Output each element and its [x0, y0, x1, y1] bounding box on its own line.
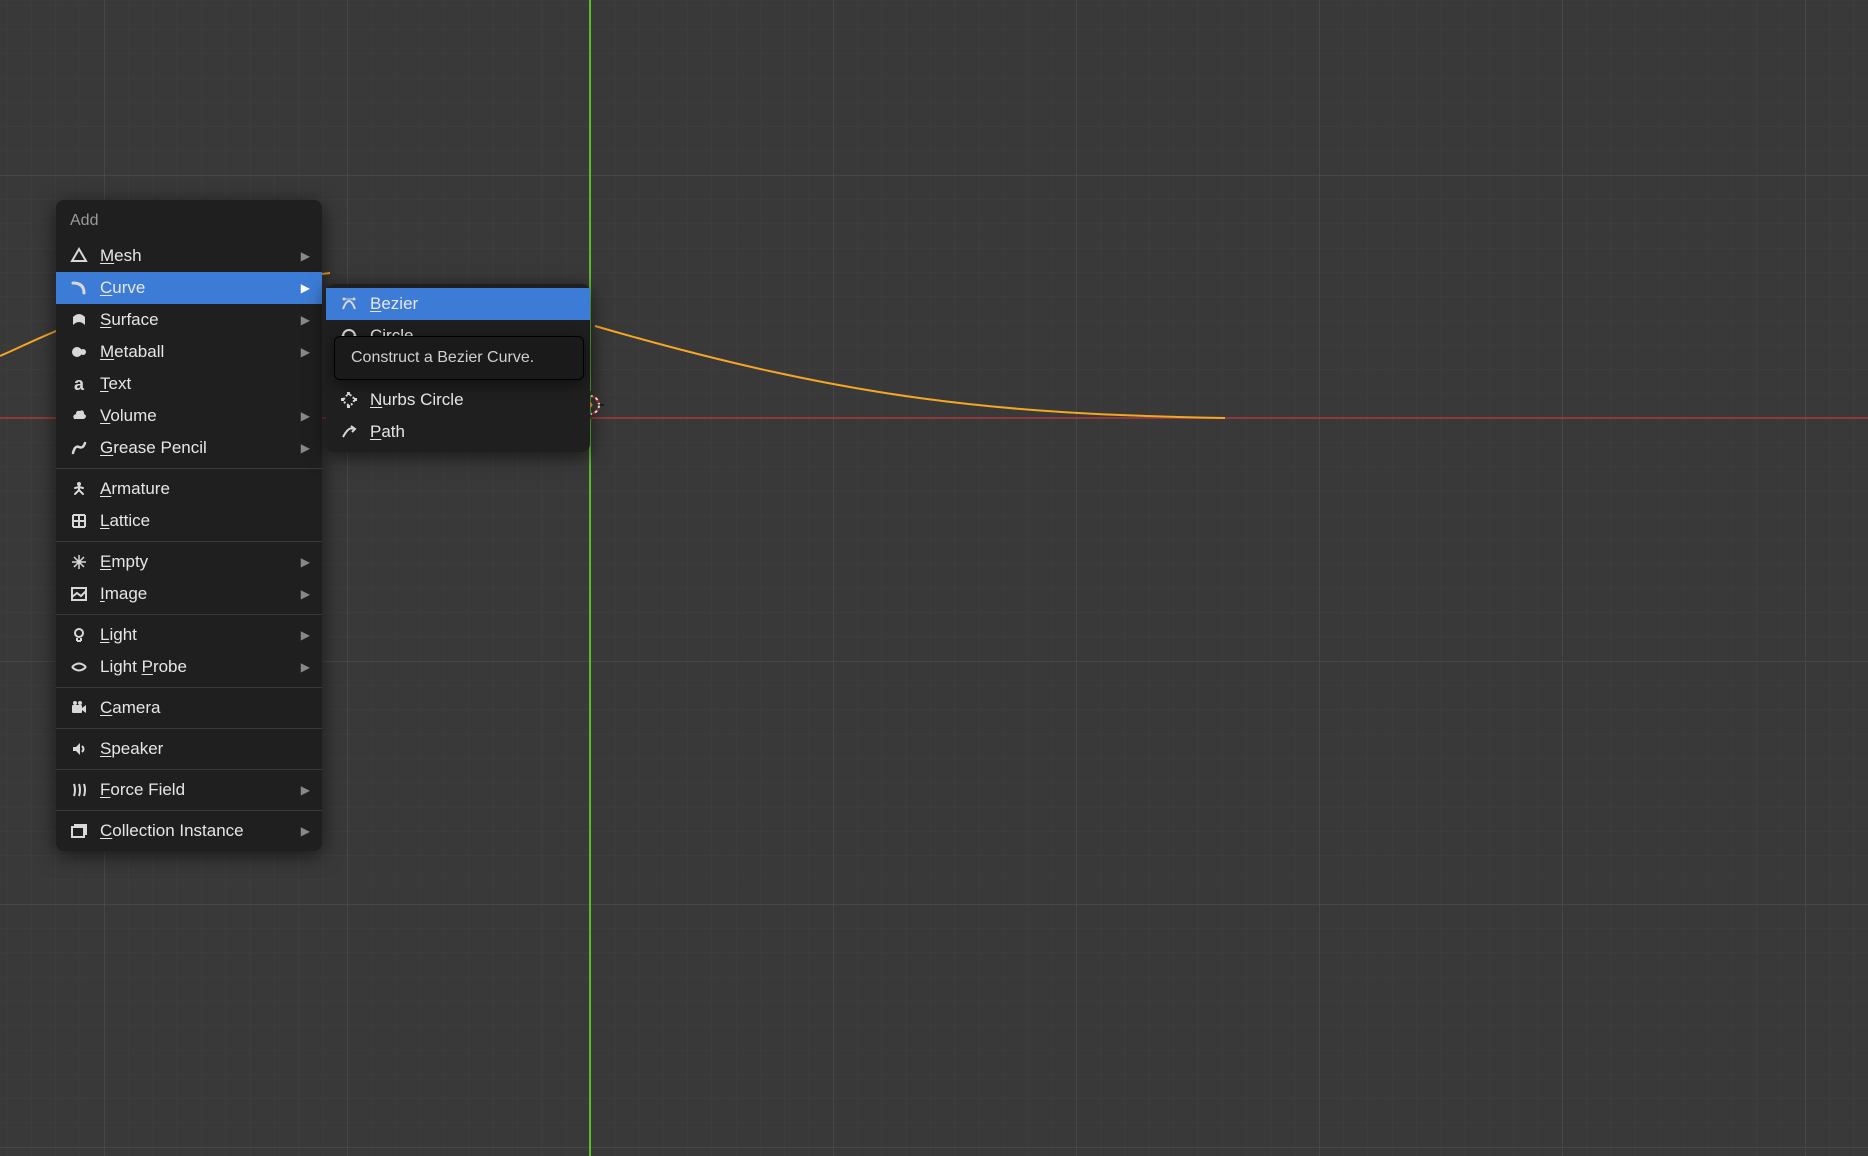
lattice-icon [68, 510, 90, 532]
metaball-icon [68, 341, 90, 363]
separator [56, 769, 322, 770]
menu-item-curve[interactable]: Curve ▶ [56, 272, 322, 304]
bezier-icon [338, 293, 360, 315]
menu-item-surface[interactable]: Surface ▶ [56, 304, 322, 336]
menu-item-text[interactable]: a Text [56, 368, 322, 400]
menu-item-volume[interactable]: Volume ▶ [56, 400, 322, 432]
light-icon [68, 624, 90, 646]
light-probe-icon [68, 656, 90, 678]
path-icon [338, 421, 360, 443]
menu-item-label: Metaball [100, 342, 301, 362]
empty-icon [68, 551, 90, 573]
camera-icon [68, 697, 90, 719]
submenu-item-bezier[interactable]: Bezier [326, 288, 590, 320]
text-icon: a [68, 373, 90, 395]
menu-item-label: Path [370, 422, 578, 442]
volume-icon [68, 405, 90, 427]
surface-icon [68, 309, 90, 331]
submenu-item-nurbs-circle[interactable]: Nurbs Circle [326, 384, 590, 416]
menu-item-label: Text [100, 374, 310, 394]
menu-item-light[interactable]: Light ▶ [56, 619, 322, 651]
curve-icon [68, 277, 90, 299]
chevron-right-icon: ▶ [301, 660, 310, 674]
separator [56, 687, 322, 688]
chevron-right-icon: ▶ [301, 555, 310, 569]
add-menu: Add Mesh ▶ Curve ▶ Surface ▶ Metaball ▶ … [56, 200, 322, 851]
menu-item-label: Image [100, 584, 301, 604]
speaker-icon [68, 738, 90, 760]
armature-icon [68, 478, 90, 500]
separator [56, 614, 322, 615]
menu-item-metaball[interactable]: Metaball ▶ [56, 336, 322, 368]
menu-item-label: Lattice [100, 511, 310, 531]
menu-item-grease-pencil[interactable]: Grease Pencil ▶ [56, 432, 322, 464]
submenu-item-path[interactable]: Path [326, 416, 590, 448]
menu-item-label: Grease Pencil [100, 438, 301, 458]
menu-item-label: Mesh [100, 246, 301, 266]
chevron-right-icon: ▶ [301, 441, 310, 455]
menu-item-image[interactable]: Image ▶ [56, 578, 322, 610]
menu-item-speaker[interactable]: Speaker [56, 733, 322, 765]
menu-item-armature[interactable]: Armature [56, 473, 322, 505]
menu-item-label: Light Probe [100, 657, 301, 677]
menu-item-collection-instance[interactable]: Collection Instance ▶ [56, 815, 322, 847]
separator [56, 541, 322, 542]
menu-item-light-probe[interactable]: Light Probe ▶ [56, 651, 322, 683]
nurbs-circle-icon [338, 389, 360, 411]
menu-item-label: Bezier [370, 294, 578, 314]
chevron-right-icon: ▶ [301, 345, 310, 359]
chevron-right-icon: ▶ [301, 249, 310, 263]
menu-item-label: Speaker [100, 739, 310, 759]
separator [56, 810, 322, 811]
menu-item-label: Collection Instance [100, 821, 301, 841]
chevron-right-icon: ▶ [301, 783, 310, 797]
image-icon [68, 583, 90, 605]
menu-item-label: Surface [100, 310, 301, 330]
menu-item-label: Force Field [100, 780, 301, 800]
menu-item-label: Empty [100, 552, 301, 572]
menu-item-camera[interactable]: Camera [56, 692, 322, 724]
tooltip: Construct a Bezier Curve. [334, 336, 584, 380]
menu-title: Add [56, 204, 322, 240]
chevron-right-icon: ▶ [301, 824, 310, 838]
menu-item-label: Armature [100, 479, 310, 499]
chevron-right-icon: ▶ [301, 313, 310, 327]
chevron-right-icon: ▶ [301, 628, 310, 642]
grease-pencil-icon [68, 437, 90, 459]
menu-item-force-field[interactable]: Force Field ▶ [56, 774, 322, 806]
menu-item-lattice[interactable]: Lattice [56, 505, 322, 537]
collection-icon [68, 820, 90, 842]
chevron-right-icon: ▶ [301, 281, 310, 295]
menu-item-empty[interactable]: Empty ▶ [56, 546, 322, 578]
menu-item-label: Nurbs Circle [370, 390, 578, 410]
tooltip-text: Construct a Bezier Curve. [351, 349, 534, 366]
menu-item-label: Light [100, 625, 301, 645]
separator [56, 468, 322, 469]
menu-item-label: Curve [100, 278, 301, 298]
separator [56, 728, 322, 729]
chevron-right-icon: ▶ [301, 409, 310, 423]
chevron-right-icon: ▶ [301, 587, 310, 601]
mesh-icon [68, 245, 90, 267]
force-field-icon [68, 779, 90, 801]
menu-item-label: Volume [100, 406, 301, 426]
menu-item-mesh[interactable]: Mesh ▶ [56, 240, 322, 272]
menu-item-label: Camera [100, 698, 310, 718]
